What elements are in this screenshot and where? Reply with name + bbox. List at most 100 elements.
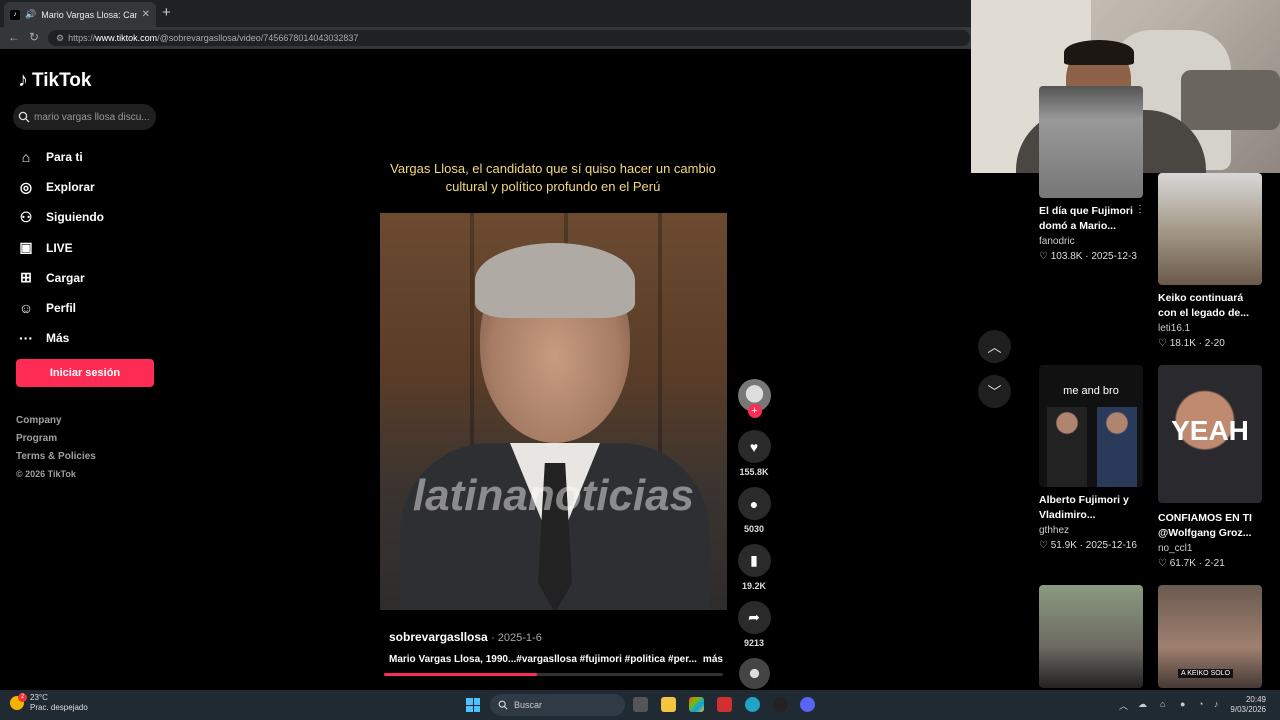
video-progress-bar[interactable] xyxy=(384,673,723,676)
heart-icon: ♡ xyxy=(1039,251,1048,262)
tray-chevron-icon[interactable]: ︿ xyxy=(1119,699,1128,712)
volume-icon[interactable]: ♪ xyxy=(1214,699,1219,709)
home-icon: ⌂ xyxy=(21,149,31,166)
main-menu: ⌂ Para ti ◎ Explorar ⚇ Siguiendo ▣ LIVE ⊞ Car… xyxy=(18,142,104,353)
weather-widget[interactable]: 2 23°C Prac. despejado xyxy=(10,693,88,713)
file-explorer-icon[interactable] xyxy=(661,697,676,712)
notification-badge: 2 xyxy=(18,693,27,702)
rec-card[interactable]: me and bro Alberto Fujimori y Vladimiro.… xyxy=(1039,365,1145,551)
upload-icon: ⊞ xyxy=(20,269,32,286)
share-count: 9213 xyxy=(743,638,765,648)
rec-card[interactable]: A KEIKO SOLO xyxy=(1158,585,1264,688)
site-info-icon[interactable]: ⚙ xyxy=(56,33,64,44)
search-input[interactable]: mario vargas llosa discu... xyxy=(13,104,156,130)
video-watermark: latinanoticias xyxy=(412,471,695,520)
rec-card[interactable]: Keiko continuará con el legado de... let… xyxy=(1158,173,1264,349)
discord-icon[interactable] xyxy=(800,697,815,712)
heart-icon: ♥ xyxy=(749,438,759,455)
footer-link-terms[interactable]: Terms & Policies xyxy=(16,451,96,469)
tiktok-logo[interactable]: ♪ TikTok xyxy=(18,69,91,92)
comment-button[interactable]: ● xyxy=(737,487,771,520)
search-value: mario vargas llosa discu... xyxy=(34,111,150,123)
back-icon[interactable]: ← xyxy=(8,30,20,44)
taskbar-search[interactable]: Buscar xyxy=(490,694,625,716)
rec-user: no_ccl1 xyxy=(1158,543,1193,554)
more-options-icon[interactable]: ⋮ xyxy=(1135,204,1145,215)
author-name[interactable]: sobrevargasllosa xyxy=(389,630,488,644)
mic-icon[interactable]: ● xyxy=(1180,699,1185,709)
chrome-icon[interactable] xyxy=(773,697,788,712)
windows-start-icon[interactable] xyxy=(466,698,480,712)
menu-item-para-ti[interactable]: ⌂ Para ti xyxy=(18,142,104,172)
search-icon xyxy=(18,111,30,123)
comment-count: 5030 xyxy=(743,524,765,534)
rec-card[interactable] xyxy=(1039,585,1145,688)
bookmark-icon: ▮ xyxy=(750,552,758,568)
menu-item-perfil[interactable]: ☺ Perfil xyxy=(18,293,104,323)
rec-thumbnail xyxy=(1158,173,1262,285)
temperature: 23°C xyxy=(30,693,48,702)
menu-label: Perfil xyxy=(46,301,77,316)
cloud-icon[interactable]: ☁ xyxy=(1138,699,1147,710)
menu-label: Siguiendo xyxy=(46,210,104,225)
menu-label: Explorar xyxy=(46,180,95,195)
rec-title: Alberto Fujimori y Vladimiro... xyxy=(1039,494,1129,521)
follow-plus-icon[interactable]: + xyxy=(747,404,762,418)
save-button[interactable]: ▮ xyxy=(737,544,771,577)
reload-icon[interactable]: ↻ xyxy=(29,30,39,44)
wifi-icon[interactable]: ◔ xyxy=(1198,699,1203,709)
video-description: Mario Vargas Llosa, 1990...#vargasllosa … xyxy=(389,654,723,665)
rec-card[interactable]: El día que Fujimori domó a Mario... fano… xyxy=(1039,86,1145,262)
tiktok-note-icon: ♪ xyxy=(18,69,28,91)
rec-overlay-text: YEAH xyxy=(1171,415,1249,446)
rec-stats: ♡ 51.9K · 2025-12-16 xyxy=(1039,540,1137,551)
speaker-icon[interactable]: 🔊 xyxy=(25,9,36,20)
login-button[interactable]: Iniciar sesión xyxy=(16,359,154,387)
rec-title: El día que Fujimori domó a Mario... xyxy=(1039,205,1133,232)
menu-item-mas[interactable]: ··· Más xyxy=(18,323,104,353)
rec-likes: 51.9K xyxy=(1050,540,1077,551)
taskbar-clock[interactable]: 20:49 9/03/2026 xyxy=(1230,695,1266,715)
rec-date: 2-20 xyxy=(1204,338,1225,349)
copilot-icon[interactable] xyxy=(689,697,704,712)
rec-stats: ♡ 61.7K · 2-21 xyxy=(1158,558,1225,569)
menu-item-siguiendo[interactable]: ⚇ Siguiendo xyxy=(18,202,104,232)
rec-likes: 61.7K xyxy=(1169,558,1196,569)
rec-card[interactable]: YEAH CONFIAMOS EN TI @Wolfgang Groz... n… xyxy=(1158,365,1264,569)
weather-text: Prac. despejado xyxy=(30,703,88,712)
menu-item-live[interactable]: ▣ LIVE xyxy=(18,233,104,263)
creator-avatar[interactable]: + xyxy=(737,379,771,418)
rec-figure xyxy=(1047,407,1087,487)
next-video-button[interactable]: ﹀ xyxy=(978,375,1011,408)
video-player[interactable]: latinanoticias xyxy=(380,213,727,610)
previous-video-button[interactable]: ︿ xyxy=(978,330,1011,363)
rec-likes: 103.8K xyxy=(1050,251,1083,262)
edge-icon[interactable] xyxy=(745,697,760,712)
footer-link-program[interactable]: Program xyxy=(16,433,96,451)
heart-icon: ♡ xyxy=(1158,338,1167,349)
close-tab-icon[interactable]: ✕ xyxy=(142,9,150,20)
rec-title: Keiko continuará con el legado de... xyxy=(1158,292,1250,319)
menu-item-explorar[interactable]: ◎ Explorar xyxy=(18,172,104,202)
browser-tab[interactable]: ♪ 🔊 Mario Vargas Llosa: Cambio C ✕ xyxy=(4,2,156,27)
menu-item-cargar[interactable]: ⊞ Cargar xyxy=(18,263,104,293)
share-button[interactable]: ➦ xyxy=(737,601,771,634)
post-date: 2025-1-6 xyxy=(497,632,542,644)
windows-taskbar: 2 23°C Prac. despejado Buscar ︿ ☁ ⌂ ● ◔ … xyxy=(0,690,1280,720)
network-icon[interactable]: ⌂ xyxy=(1160,699,1165,709)
app-icon[interactable] xyxy=(717,697,732,712)
search-icon xyxy=(498,700,508,710)
more-link[interactable]: más xyxy=(703,654,723,665)
new-tab-icon[interactable]: + xyxy=(162,4,171,21)
rec-thumbnail: A KEIKO SOLO xyxy=(1158,585,1262,688)
like-button[interactable]: ♥ xyxy=(737,430,771,463)
video-top-caption: Vargas Llosa, el candidato que sí quiso … xyxy=(390,161,716,194)
footer-link-company[interactable]: Company xyxy=(16,415,96,433)
url-field[interactable]: ⚙ https://www.tiktok.com/@sobrevargasllo… xyxy=(48,30,970,46)
rec-thumbnail xyxy=(1039,86,1143,198)
rec-user: leti16.1 xyxy=(1158,323,1191,334)
comment-icon: ● xyxy=(749,495,759,512)
like-count: 155.8K xyxy=(739,467,769,477)
music-disc-icon[interactable] xyxy=(738,658,770,689)
task-view-icon[interactable] xyxy=(633,697,648,712)
